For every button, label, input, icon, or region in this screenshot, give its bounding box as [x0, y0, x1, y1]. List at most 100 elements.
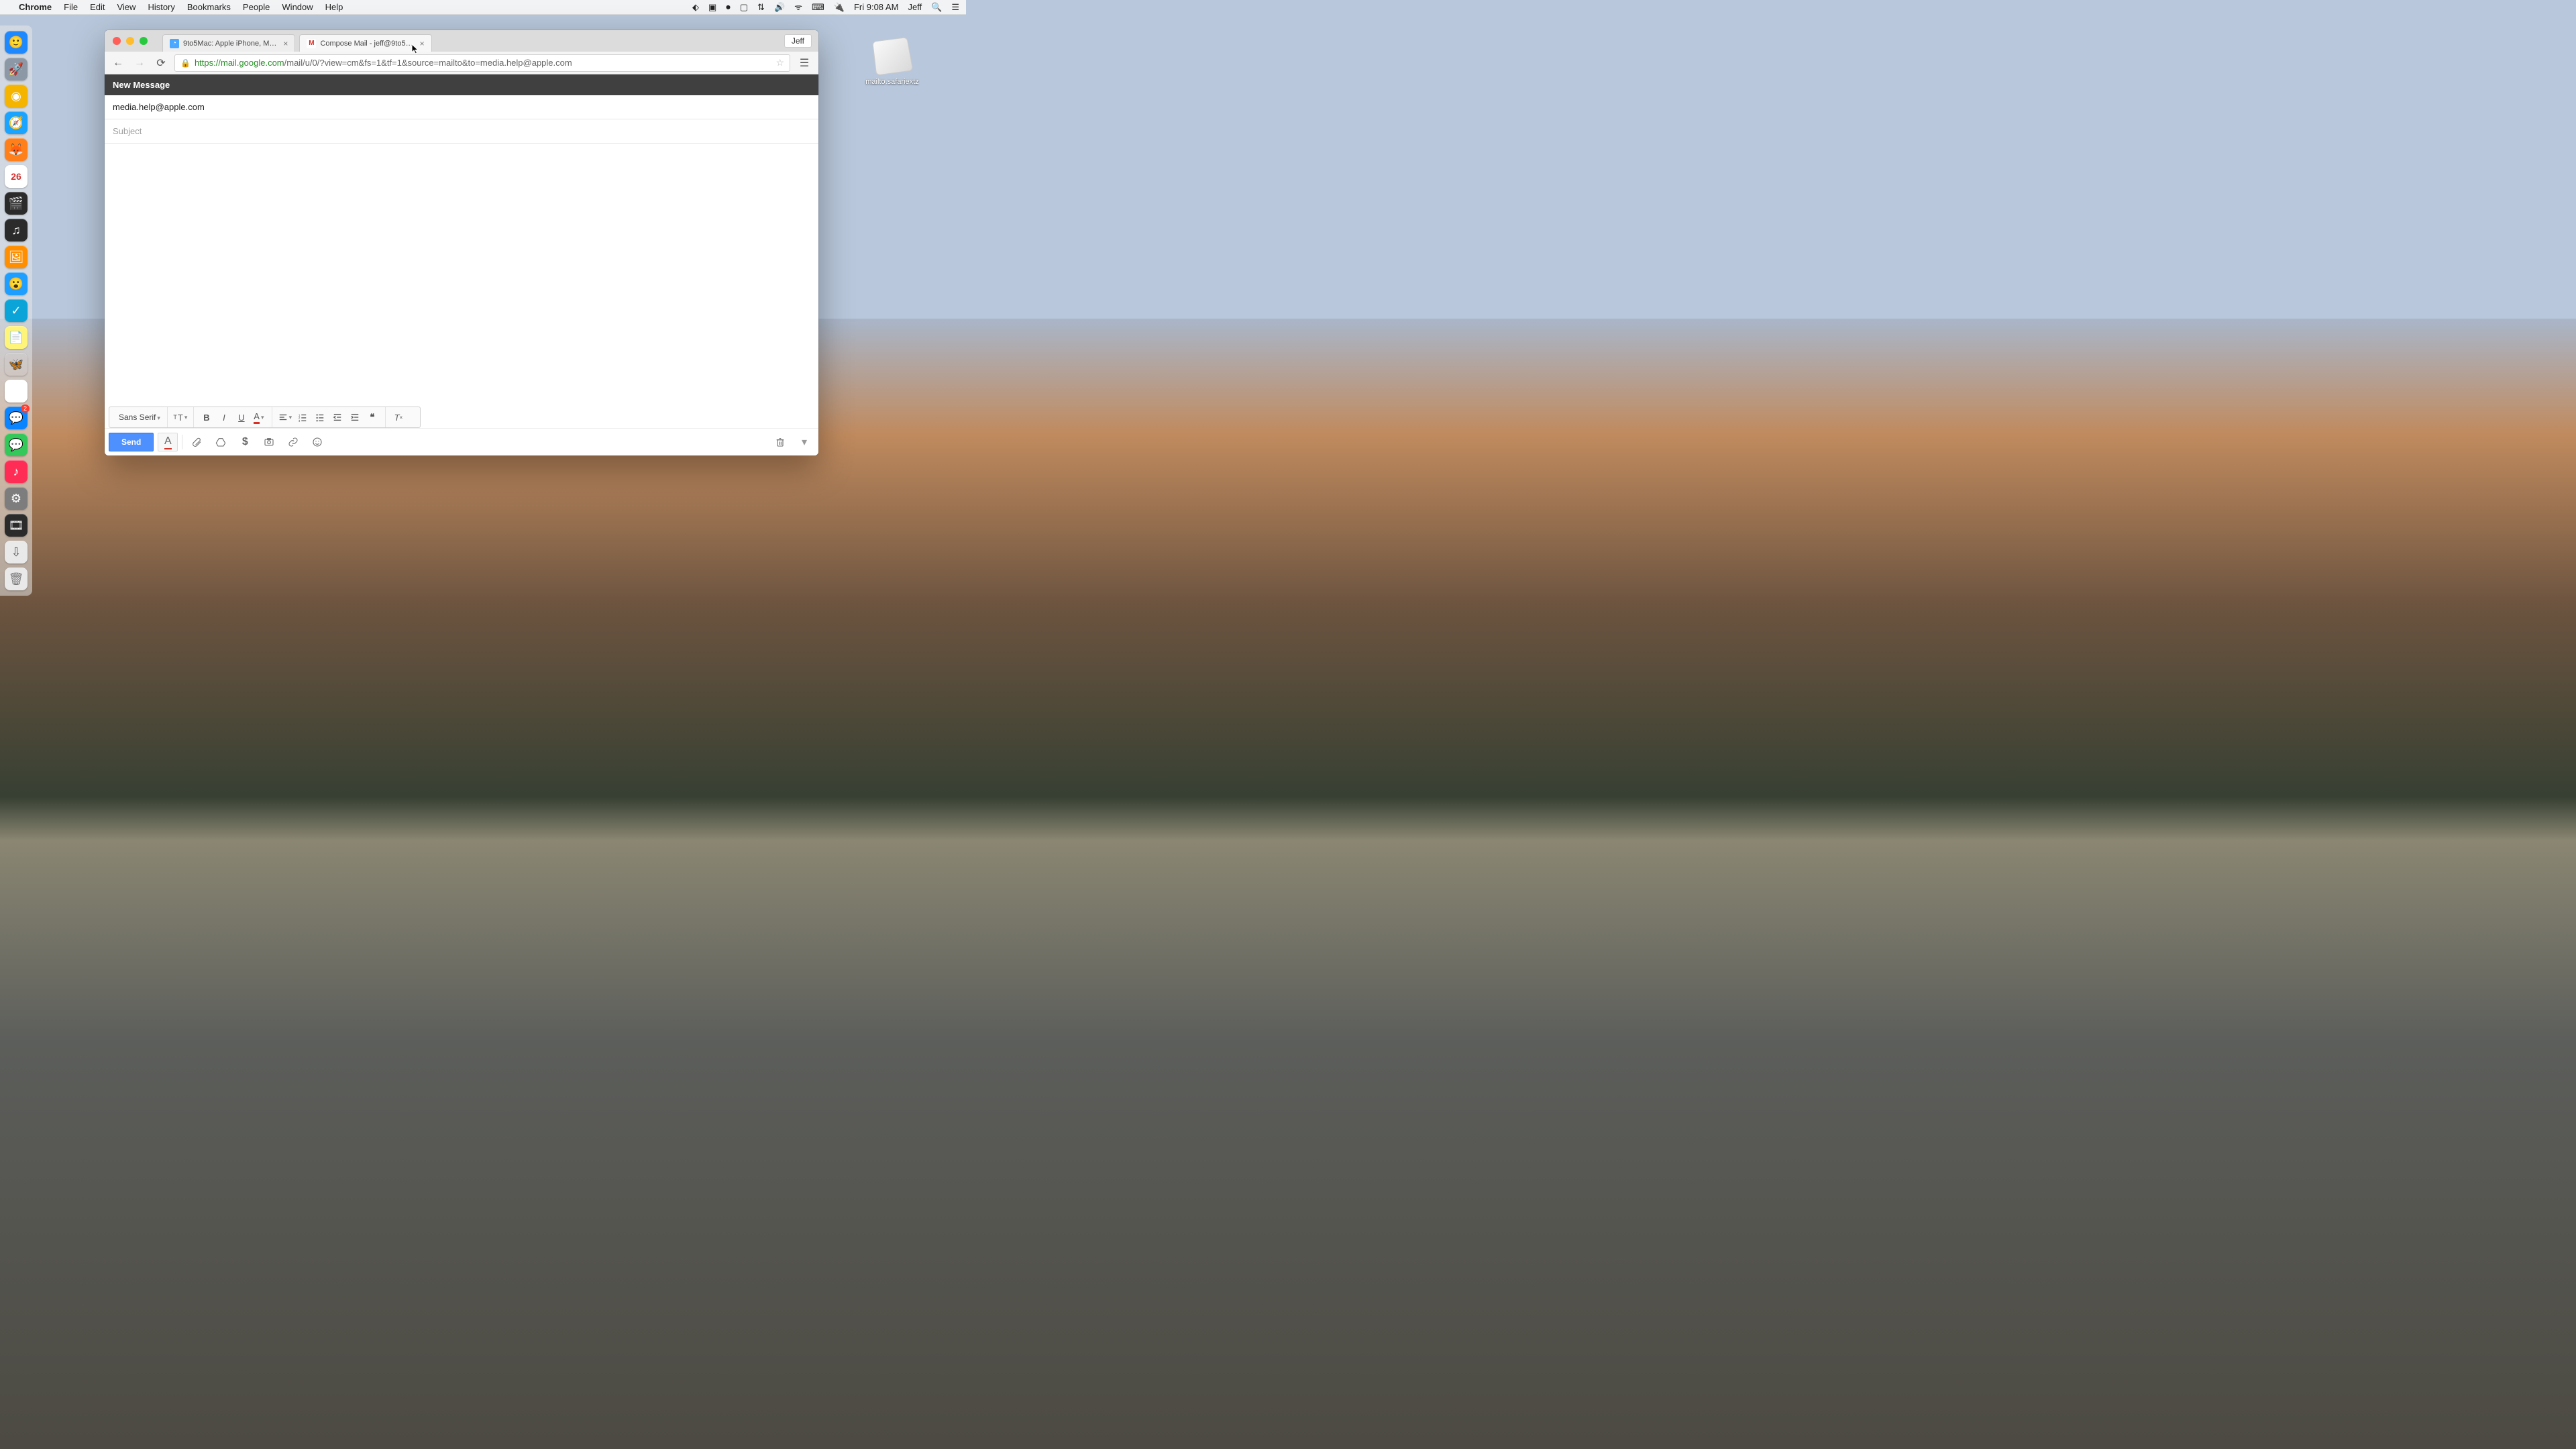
menu-bookmarks[interactable]: Bookmarks [187, 2, 231, 12]
airplay-icon[interactable]: ▢ [740, 3, 748, 11]
insert-photo-button[interactable] [259, 433, 279, 451]
window-traffic-lights [113, 37, 148, 45]
window-close-button[interactable] [113, 37, 121, 45]
dock-item-downloads[interactable]: ⇩ [5, 541, 28, 564]
bookmark-star-icon[interactable]: ☆ [775, 57, 784, 68]
insert-link-button[interactable] [283, 433, 303, 451]
nav-forward-button[interactable]: → [131, 55, 148, 71]
menubar-clock[interactable]: Fri 9:08 AM [854, 2, 898, 12]
window-zoom-button[interactable] [140, 37, 148, 45]
favicon-9to5mac-icon: ◔ [170, 39, 179, 48]
screen-record-icon[interactable]: ⏺ [726, 3, 731, 11]
dropbox-icon[interactable]: ⬖ [692, 3, 699, 11]
tab-close-button[interactable]: × [283, 39, 288, 48]
dock-item-app-blue[interactable]: 😮 [5, 272, 28, 295]
insert-money-button[interactable]: $ [235, 433, 255, 451]
battery-icon[interactable]: 🔌 [834, 3, 845, 11]
dock-item-trash[interactable]: 🗑 [5, 568, 28, 590]
desktop-file-mailto-extension[interactable]: mailto.safariextz [859, 38, 926, 86]
desktop-file-label: mailto.safariextz [859, 78, 926, 86]
font-family-dropdown[interactable]: Sans Serif▾ [113, 413, 163, 422]
menu-file[interactable]: File [64, 2, 78, 12]
dock-item-logic[interactable]: ♫ [5, 219, 28, 241]
numbered-list-button[interactable]: 123 [294, 409, 311, 426]
dock-item-firefox[interactable]: 🦊 [5, 138, 28, 161]
dock-item-photos[interactable]: ✿ [5, 380, 28, 402]
dock-item-messages-alt[interactable]: 💬2 [5, 407, 28, 429]
chrome-toolbar: ← → ⟳ 🔒 https://mail.google.com/mail/u/0… [105, 52, 818, 74]
more-options-button[interactable]: ▾ [794, 433, 814, 451]
bold-button[interactable]: B [198, 409, 215, 426]
align-dropdown[interactable]: ▾ [276, 409, 294, 426]
sync-icon[interactable]: ⇅ [757, 3, 765, 11]
chrome-menu-button[interactable]: ☰ [796, 54, 813, 72]
chrome-tabstrip: ◔ 9to5Mac: Apple iPhone, M… × M Compose … [105, 30, 818, 52]
formatting-toggle-button[interactable]: A [158, 433, 178, 451]
dock-item-butterfly[interactable]: 🦋 [5, 353, 28, 376]
volume-icon[interactable]: 🔊 [774, 3, 785, 11]
menu-people[interactable]: People [243, 2, 270, 12]
italic-button[interactable]: I [215, 409, 233, 426]
dock-item-messages[interactable]: 💬 [5, 433, 28, 456]
tab-9to5mac[interactable]: ◔ 9to5Mac: Apple iPhone, M… × [162, 34, 295, 52]
menulet-square-icon[interactable]: ▣ [708, 3, 716, 11]
nav-back-button[interactable]: ← [110, 55, 126, 71]
insert-emoji-button[interactable] [307, 433, 327, 451]
dock-item-final-cut[interactable]: 🎬 [5, 192, 28, 215]
dock-item-finder[interactable]: 🙂 [5, 31, 28, 54]
discard-draft-button[interactable] [770, 433, 790, 451]
url-path: /mail/u/0/?view=cm&fs=1&tf=1&source=mail… [284, 58, 572, 68]
svg-text:3: 3 [299, 419, 301, 422]
dock-item-launchpad[interactable]: 🚀 [5, 58, 28, 80]
attach-file-button[interactable] [186, 433, 207, 451]
send-button[interactable]: Send [109, 433, 154, 451]
url-host: mail.google.com [221, 58, 284, 68]
compose-to-field[interactable]: media.help@apple.com [105, 95, 818, 119]
window-minimize-button[interactable] [126, 37, 134, 45]
tab-title: Compose Mail - jeff@9to5… [320, 40, 413, 48]
dock-item-quicktime[interactable]: 🎞 [5, 514, 28, 537]
tab-title: 9to5Mac: Apple iPhone, M… [183, 40, 276, 48]
address-bar[interactable]: 🔒 https://mail.google.com/mail/u/0/?view… [174, 54, 790, 72]
font-size-dropdown[interactable]: TT▾ [172, 409, 189, 426]
https-lock-icon: 🔒 [180, 58, 191, 68]
insert-drive-button[interactable] [211, 433, 231, 451]
indent-more-button[interactable] [346, 409, 364, 426]
menu-window[interactable]: Window [282, 2, 313, 12]
tab-gmail-compose[interactable]: M Compose Mail - jeff@9to5… × [299, 34, 431, 52]
remove-formatting-button[interactable]: T× [390, 409, 407, 426]
input-menu-icon[interactable]: ⌨ [812, 3, 824, 11]
compose-subject-field[interactable]: Subject [105, 119, 818, 144]
menu-help[interactable]: Help [325, 2, 343, 12]
compose-action-bar: Send A $ ▾ [105, 428, 818, 455]
notification-center-icon[interactable]: ☰ [951, 3, 959, 11]
compose-body[interactable] [105, 144, 818, 407]
menu-history[interactable]: History [148, 2, 174, 12]
menubar-user[interactable]: Jeff [908, 2, 922, 12]
dock-item-safari[interactable]: 🧭 [5, 111, 28, 134]
quote-button[interactable]: ❝ [364, 409, 381, 426]
dock-item-notes[interactable]: 📄 [5, 326, 28, 349]
bulleted-list-button[interactable] [311, 409, 329, 426]
chrome-profile-button[interactable]: Jeff [784, 34, 812, 48]
dock-item-itunes[interactable]: ♪ [5, 460, 28, 483]
text-color-dropdown[interactable]: A▾ [250, 409, 268, 426]
menu-view[interactable]: View [117, 2, 136, 12]
indent-less-button[interactable] [329, 409, 346, 426]
tab-close-button[interactable]: × [420, 39, 425, 48]
favicon-gmail-icon: M [307, 39, 316, 48]
dock-item-calendar[interactable]: 26 [5, 165, 28, 188]
dock-item-settings[interactable]: ⚙ [5, 487, 28, 510]
dock-item-things[interactable]: ✓ [5, 299, 28, 322]
wifi-icon[interactable]: ᯤ [794, 3, 802, 11]
nav-reload-button[interactable]: ⟳ [153, 55, 169, 71]
formatting-toolbar: Sans Serif▾ TT▾ B I U A▾ ▾ 123 ❝ [109, 407, 421, 428]
dock-item-preview[interactable]: 🖼 [5, 246, 28, 268]
menu-edit[interactable]: Edit [90, 2, 105, 12]
underline-button[interactable]: U [233, 409, 250, 426]
spotlight-icon[interactable]: 🔍 [931, 3, 942, 11]
macos-dock: 🙂 🚀 ◉ 🧭 🦊 26 🎬 ♫ 🖼 😮 ✓ 📄 🦋 ✿ 💬2 💬 ♪ ⚙ 🎞 ⇩ 🗑 [0, 25, 32, 596]
dock-item-chrome[interactable]: ◉ [5, 85, 28, 107]
macos-menubar: Chrome File Edit View History Bookmarks … [0, 0, 966, 15]
active-app-name[interactable]: Chrome [19, 2, 52, 12]
